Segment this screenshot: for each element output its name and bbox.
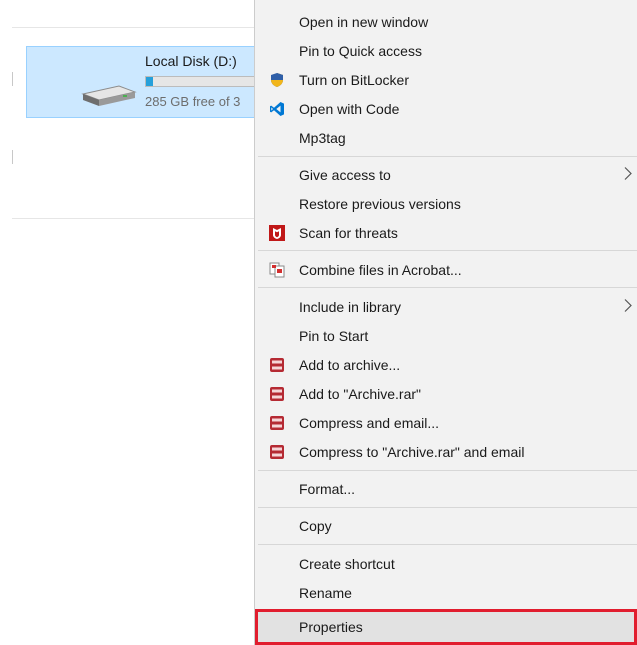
menu-item-label: Open with Code	[299, 100, 400, 117]
menu-separator	[258, 156, 637, 157]
menu-item-label: Pin to Start	[299, 327, 369, 344]
shield-icon	[269, 72, 285, 88]
drive-name: Local Disk (D:)	[145, 53, 237, 69]
drive-usage-bar	[145, 76, 265, 87]
drive-tile-d[interactable]: Local Disk (D:) 285 GB free of 3	[26, 46, 266, 118]
menu-item-compress-to-archive-rar-and-email[interactable]: Compress to "Archive.rar" and email	[255, 437, 637, 466]
context-menu: Open in new window Pin to Quick access T…	[254, 0, 637, 645]
menu-item-label: Copy	[299, 517, 332, 534]
menu-item-label: Create shortcut	[299, 555, 395, 572]
menu-item-open-in-new-window[interactable]: Open in new window	[255, 7, 637, 36]
mcafee-icon	[269, 224, 285, 241]
menu-item-label: Compress to "Archive.rar" and email	[299, 443, 525, 460]
chevron-right-icon	[623, 298, 633, 315]
menu-item-compress-and-email[interactable]: Compress and email...	[255, 408, 637, 437]
menu-item-label: Restore previous versions	[299, 195, 461, 212]
menu-item-label: Format...	[299, 480, 356, 497]
menu-item-properties[interactable]: Properties	[255, 609, 637, 645]
drive-free-space: 285 GB free of 3	[145, 94, 241, 109]
menu-item-include-in-library[interactable]: Include in library	[255, 292, 637, 321]
menu-item-turn-on-bitlocker[interactable]: Turn on BitLocker	[255, 65, 637, 94]
menu-item-label: Compress and email...	[299, 414, 440, 431]
drive-usage-fill	[146, 77, 154, 86]
menu-item-open-with-code[interactable]: Open with Code	[255, 94, 637, 123]
menu-item-mp3tag[interactable]: Mp3tag	[255, 123, 637, 152]
menu-item-combine-files-in-acrobat[interactable]: Combine files in Acrobat...	[255, 255, 637, 284]
menu-item-rename[interactable]: Rename	[255, 578, 637, 607]
menu-item-label: Turn on BitLocker	[299, 71, 409, 88]
divider	[12, 218, 257, 219]
menu-item-create-shortcut[interactable]: Create shortcut	[255, 549, 637, 578]
menu-item-label: Combine files in Acrobat...	[299, 261, 462, 278]
menu-item-label: Mp3tag	[299, 129, 346, 146]
menu-item-label: Add to "Archive.rar"	[299, 385, 421, 402]
menu-separator	[258, 287, 637, 288]
acrobat-icon	[269, 262, 285, 278]
menu-item-label: Give access to	[299, 166, 391, 183]
winrar-icon	[269, 415, 285, 431]
menu-item-give-access-to[interactable]: Give access to	[255, 160, 637, 189]
menu-item-pin-to-start[interactable]: Pin to Start	[255, 321, 637, 350]
menu-item-scan-for-threats[interactable]: Scan for threats	[255, 218, 637, 247]
menu-item-copy[interactable]: Copy	[255, 511, 637, 540]
menu-separator	[258, 507, 637, 508]
menu-item-label: Add to archive...	[299, 356, 401, 373]
menu-item-label: Pin to Quick access	[299, 42, 422, 59]
menu-item-label: Rename	[299, 584, 352, 601]
menu-item-label: Properties	[299, 619, 363, 635]
vscode-icon	[269, 101, 285, 117]
menu-item-format[interactable]: Format...	[255, 474, 637, 503]
menu-separator	[258, 470, 637, 471]
menu-separator	[258, 544, 637, 545]
chevron-right-icon	[623, 166, 633, 183]
menu-item-add-to-archive[interactable]: Add to archive...	[255, 350, 637, 379]
hard-drive-icon	[79, 82, 137, 111]
menu-item-label: Scan for threats	[299, 224, 398, 241]
menu-separator	[258, 250, 637, 251]
winrar-icon	[269, 444, 285, 460]
winrar-icon	[269, 357, 285, 373]
menu-item-label: Open in new window	[299, 13, 429, 30]
divider	[12, 27, 257, 28]
divider	[12, 72, 13, 86]
menu-item-add-to-archive-rar[interactable]: Add to "Archive.rar"	[255, 379, 637, 408]
winrar-icon	[269, 386, 285, 402]
divider	[12, 150, 13, 164]
menu-item-label: Include in library	[299, 298, 401, 315]
menu-item-pin-to-quick-access[interactable]: Pin to Quick access	[255, 36, 637, 65]
menu-item-restore-previous-versions[interactable]: Restore previous versions	[255, 189, 637, 218]
